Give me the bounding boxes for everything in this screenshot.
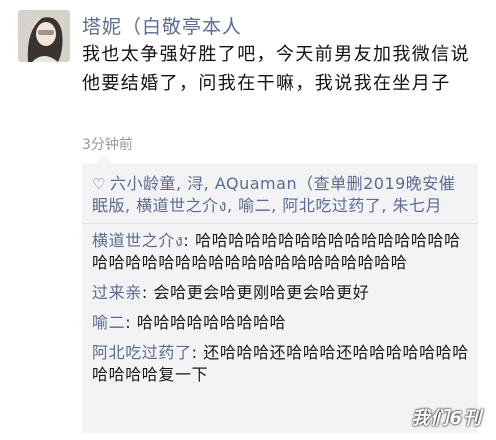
comment-item[interactable]: 喻二: 哈哈哈哈哈哈哈哈哈: [82, 312, 478, 334]
comment-text: : 会哈更会哈更刚哈更会哈更好: [141, 283, 370, 302]
post-content: 我也太争强好胜了吧，今天前男友加我微信说他要结婚了，问我在干嘛，我说我在坐月子: [82, 44, 470, 94]
likes-row: ♡ 六小龄童, 浔, AQuaman（查单删2019晚安催眠版, 横道世之介ง, …: [82, 163, 478, 224]
moments-post: 塔妮（白敬亭本人 我也太争强好胜了吧，今天前男友加我微信说他要结婚了，问我在干嘛…: [0, 0, 496, 440]
comment-text: : 哈哈哈哈哈哈哈哈哈: [125, 313, 287, 332]
user-avatar-photo-icon: [18, 10, 70, 62]
comment-author[interactable]: 喻二: [92, 313, 125, 332]
author-name[interactable]: 塔妮（白敬亭本人: [82, 12, 242, 39]
comment-author[interactable]: 阿北吃过药了: [92, 343, 192, 362]
comment-item[interactable]: 横道世之介ง: 哈哈哈哈哈哈哈哈哈哈哈哈哈哈哈哈哈哈哈哈哈哈哈哈哈哈哈哈哈哈哈哈…: [82, 230, 478, 274]
comments-panel: ♡ 六小龄童, 浔, AQuaman（查单删2019晚安催眠版, 横道世之介ง, …: [82, 155, 478, 433]
heart-icon: ♡: [92, 175, 106, 193]
watermark: 我们6刊: [411, 408, 482, 429]
comment-author[interactable]: 过来亲: [92, 283, 142, 302]
comment-author[interactable]: 横道世之介ง: [92, 231, 183, 250]
author-avatar[interactable]: [18, 10, 70, 62]
post-time: 3分钟前: [82, 137, 133, 153]
comment-item[interactable]: 阿北吃过药了: 还哈哈哈还哈哈哈还哈哈哈哈哈哈哈哈哈哈哈复一下: [82, 342, 478, 386]
likes-names[interactable]: 六小龄童, 浔, AQuaman（查单删2019晚安催眠版, 横道世之介ง, 喻…: [92, 174, 455, 215]
comment-item[interactable]: 过来亲: 会哈更会哈更刚哈更会哈更好: [82, 282, 478, 304]
